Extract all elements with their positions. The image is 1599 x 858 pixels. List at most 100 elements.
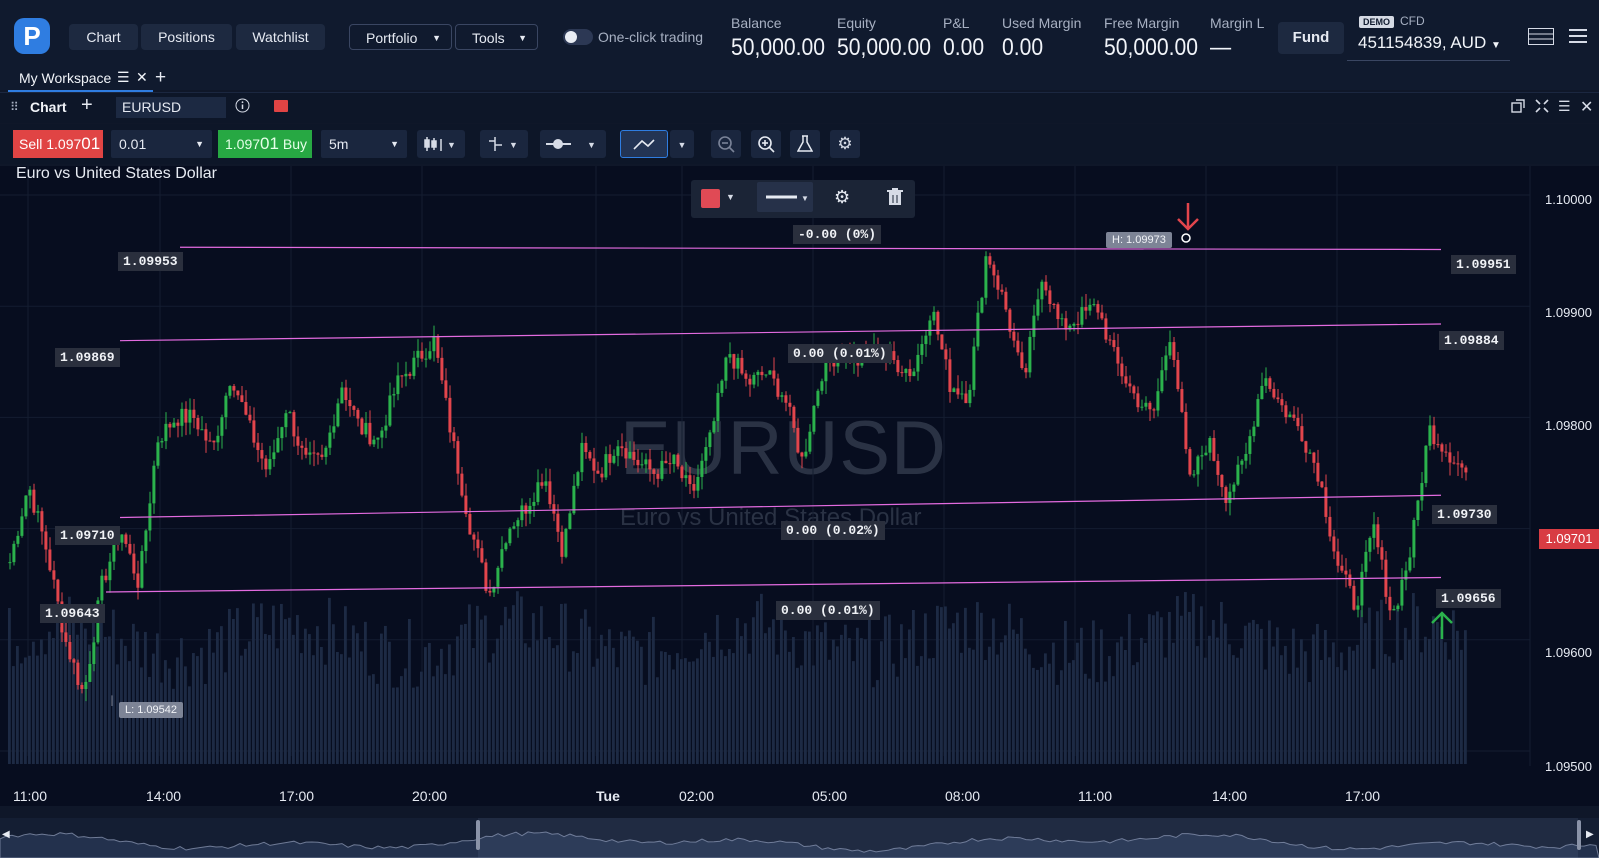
- trendline-dropdown[interactable]: ▼: [670, 130, 694, 158]
- scroll-right-icon[interactable]: ▶: [1586, 829, 1594, 840]
- candle-body: [172, 422, 176, 428]
- volume-bar: [556, 645, 559, 764]
- trendline-tool-button[interactable]: [620, 130, 668, 158]
- app-logo[interactable]: P: [14, 18, 50, 54]
- one-click-toggle[interactable]: [563, 29, 593, 45]
- volume-bar: [12, 666, 15, 764]
- candle-body: [324, 447, 328, 457]
- candle-body: [588, 452, 592, 459]
- volume-bar: [512, 605, 515, 764]
- hamburger-icon[interactable]: ☰: [117, 69, 130, 86]
- maximize-icon[interactable]: [1535, 99, 1549, 118]
- candle-body: [448, 397, 452, 433]
- y-tick: 1.09600: [1545, 645, 1592, 660]
- chart-type-button[interactable]: ▼: [417, 130, 465, 158]
- volume-bar: [380, 633, 383, 764]
- menu-icon[interactable]: [1569, 28, 1587, 49]
- close-panel-icon[interactable]: ✕: [1580, 97, 1593, 117]
- zoom-out-button[interactable]: [711, 130, 741, 158]
- line-style-button[interactable]: ▼: [757, 182, 813, 212]
- drag-handle-icon[interactable]: ⠿: [10, 100, 19, 114]
- candle-body: [1348, 574, 1352, 586]
- buy-button[interactable]: 1.09701 Buy: [218, 130, 312, 158]
- candle-body: [1124, 376, 1128, 384]
- candle-body: [1004, 291, 1008, 310]
- candle-body: [1208, 437, 1212, 453]
- nav-watchlist-button[interactable]: Watchlist: [236, 24, 325, 50]
- volume-bar: [632, 636, 635, 764]
- candle-body: [332, 426, 336, 433]
- candle-body: [740, 357, 744, 374]
- popout-icon[interactable]: [1511, 99, 1525, 118]
- equity-value: 50,000.00: [837, 34, 931, 61]
- candle-body: [316, 453, 320, 455]
- candle-body: [8, 562, 12, 564]
- volume-bar: [780, 602, 783, 764]
- volume-bar: [360, 651, 363, 764]
- nav-positions-button[interactable]: Positions: [141, 24, 232, 50]
- chevron-down-icon[interactable]: ▼: [726, 192, 735, 202]
- candle-body: [328, 432, 332, 448]
- volume-bar: [28, 655, 31, 764]
- volume-bar: [600, 634, 603, 764]
- candle-body: [1252, 426, 1256, 437]
- candle-body: [548, 481, 552, 505]
- close-icon[interactable]: ✕: [136, 69, 148, 86]
- volume-bar: [1164, 657, 1167, 764]
- panel-menu-icon[interactable]: ☰: [1558, 98, 1571, 115]
- symbol-input[interactable]: EURUSD: [116, 97, 226, 118]
- add-chart-icon[interactable]: +: [81, 94, 93, 117]
- layout-icon[interactable]: [1528, 28, 1554, 50]
- candle-body: [704, 447, 708, 461]
- navigator-right-handle[interactable]: [1577, 820, 1581, 850]
- price-chart[interactable]: [0, 166, 1599, 806]
- delete-drawing-button[interactable]: [887, 188, 903, 211]
- drawing-settings-gear-icon[interactable]: ⚙: [834, 187, 850, 208]
- volume-bar: [992, 618, 995, 764]
- scroll-left-icon[interactable]: ◀: [2, 829, 10, 840]
- candle-body: [1220, 474, 1224, 488]
- candle-body: [1180, 389, 1184, 412]
- info-icon[interactable]: [235, 98, 250, 118]
- chart-settings-button[interactable]: ⚙: [830, 130, 860, 158]
- candle-body: [1396, 605, 1400, 610]
- portfolio-dropdown[interactable]: Portfolio ▼: [349, 24, 452, 50]
- volume-bar: [260, 603, 263, 764]
- volume-bar: [660, 651, 663, 764]
- zoom-in-button[interactable]: [751, 130, 781, 158]
- navigator-left-handle[interactable]: [476, 820, 480, 850]
- candle-body: [24, 495, 28, 517]
- candle-body: [680, 466, 684, 479]
- nav-chart-button[interactable]: Chart: [69, 24, 138, 50]
- pnl-value: 0.00: [943, 34, 985, 61]
- x-tick: 05:00: [812, 788, 848, 804]
- line-color-swatch[interactable]: [701, 189, 720, 208]
- volume-bar: [1236, 657, 1239, 764]
- x-tick: 11:00: [13, 788, 47, 804]
- volume-bar: [860, 638, 863, 764]
- candle-body: [124, 534, 128, 544]
- quantity-select[interactable]: 0.01 ▼: [111, 130, 212, 158]
- volume-bar: [1060, 670, 1063, 764]
- timeframe-select[interactable]: 5m ▼: [321, 130, 407, 158]
- tools-dropdown[interactable]: Tools ▼: [455, 24, 538, 50]
- drawing-line-button[interactable]: ▼: [540, 130, 606, 158]
- navigator-window[interactable]: [478, 818, 1578, 858]
- lab-button[interactable]: [790, 130, 820, 158]
- volume-bar: [1276, 627, 1279, 764]
- volume-bar: [804, 631, 807, 764]
- volume-bar: [368, 675, 371, 764]
- volume-bar: [1012, 629, 1015, 764]
- account-selector[interactable]: 451154839, AUD ▼: [1358, 33, 1501, 53]
- volume-bar: [1084, 673, 1087, 764]
- volume-bar: [1192, 594, 1195, 764]
- workspace-tab[interactable]: My Workspace ☰ ✕: [8, 68, 153, 92]
- fund-button[interactable]: Fund: [1278, 22, 1344, 54]
- indicators-button[interactable]: ▼: [480, 130, 528, 158]
- volume-bar: [1196, 646, 1199, 764]
- candle-body: [1276, 397, 1280, 400]
- x-tick: Tue: [596, 788, 620, 804]
- add-workspace-icon[interactable]: +: [155, 67, 166, 89]
- volume-bar: [656, 677, 659, 764]
- sell-button[interactable]: Sell 1.09701: [13, 130, 103, 158]
